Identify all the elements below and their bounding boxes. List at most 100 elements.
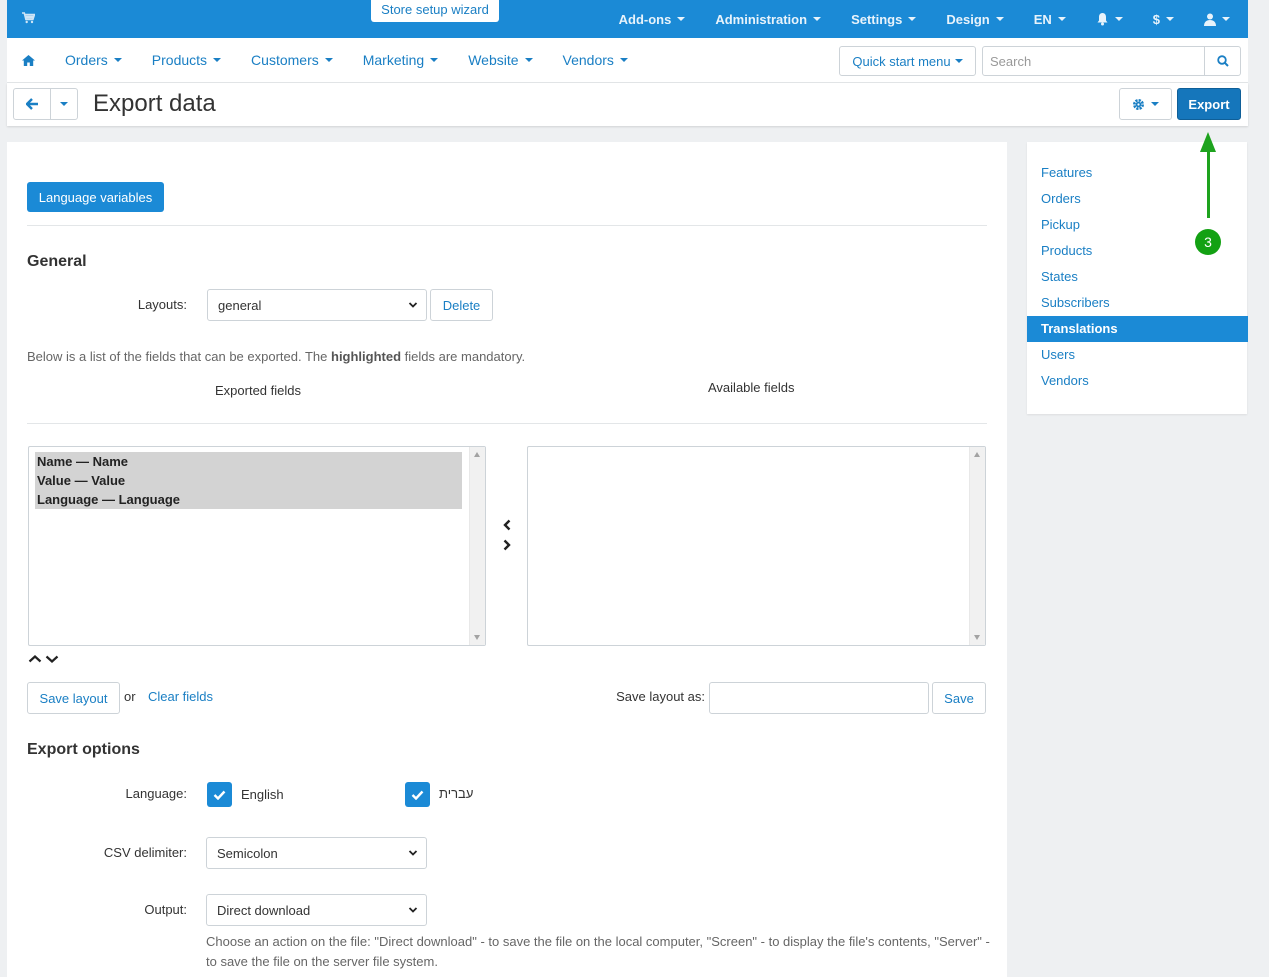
delete-layout-button[interactable]: Delete [430,289,493,321]
back-history-dropdown[interactable] [50,88,78,120]
save-layout-button[interactable]: Save layout [27,682,120,714]
chevron-down-icon [995,17,1004,21]
fields-note-bold: highlighted [331,349,402,364]
divider [27,225,987,226]
nav-products[interactable]: Products [152,52,222,68]
sidebar: Features Orders Pickup Products States S… [1027,142,1248,414]
fields-note-suffix: fields are mandatory. [401,349,526,364]
annotation-step-badge: 3 [1195,229,1221,255]
check-icon [213,790,226,800]
sidebar-item-subscribers[interactable]: Subscribers [1027,290,1248,316]
output-help-text: Choose an action on the file: "Direct do… [206,934,990,969]
chevron-down-icon [619,58,628,62]
sidebar-item-features[interactable]: Features [1027,160,1248,186]
topnav-notifications[interactable] [1096,12,1123,26]
move-up-icon[interactable] [28,652,42,667]
list-item[interactable]: Language — Language [35,490,462,509]
chevron-down-icon [1114,17,1123,21]
chevron-down-icon [1222,17,1230,21]
sidebar-item-vendors[interactable]: Vendors [1027,368,1248,394]
sidebar-item-translations[interactable]: Translations [1027,316,1248,342]
scrollbar[interactable] [969,447,985,645]
annotation-arrow-head [1200,132,1216,152]
move-down-icon[interactable] [45,652,59,667]
scroll-up-arrow[interactable] [974,452,980,457]
topnav-administration[interactable]: Administration [715,12,822,27]
chevron-down-icon [113,58,122,62]
home-icon[interactable] [22,54,35,69]
nav-customers[interactable]: Customers [251,52,333,68]
chevron-down-icon [954,59,963,63]
topnav-settings[interactable]: Settings [851,12,917,27]
csv-delimiter-label: CSV delimiter: [103,845,187,860]
topnav-language[interactable]: EN [1034,12,1066,27]
fields-note: Below is a list of the fields that can b… [27,349,525,364]
save-layout-as-button[interactable]: Save [932,682,986,714]
topnav-addons[interactable]: Add-ons [619,12,686,27]
user-icon [1204,13,1216,26]
output-label: Output: [144,902,187,917]
chevron-down-icon [60,102,68,106]
available-fields-list[interactable] [527,446,986,646]
sidebar-item-users[interactable]: Users [1027,342,1248,368]
search-input[interactable] [983,47,1203,75]
bell-icon [1097,13,1108,26]
cart-icon[interactable] [22,12,36,27]
sidebar-item-states[interactable]: States [1027,264,1248,290]
topnav-user[interactable] [1204,13,1230,26]
exported-fields-heading: Exported fields [215,383,301,398]
exported-fields-list[interactable]: Name — Name Value — Value Language — Lan… [28,446,486,646]
scroll-down-arrow[interactable] [474,635,480,640]
export-options-heading: Export options [27,741,140,758]
scroll-down-arrow[interactable] [974,635,980,640]
csv-delimiter-value: Semicolon [217,845,278,861]
back-button[interactable] [13,88,51,120]
fields-note-prefix: Below is a list of the fields that can b… [27,349,331,364]
language-variables-tab[interactable]: Language variables [27,182,164,212]
gear-icon [1133,98,1144,110]
output-select[interactable]: Direct download [206,894,427,926]
topnav-design[interactable]: Design [946,12,1004,27]
chevron-down-icon [524,58,533,62]
nav-customers-label: Customers [251,52,319,68]
search-icon [1216,55,1229,67]
quick-start-menu-button[interactable]: Quick start menu [839,46,976,76]
search-box [982,46,1241,76]
list-item[interactable]: Name — Name [35,452,462,471]
save-layout-as-label: Save layout as: [616,689,705,704]
search-button[interactable] [1204,47,1240,75]
move-right-icon[interactable] [502,539,512,554]
chevron-down-icon [408,850,418,856]
divider [27,423,987,424]
topnav-language-label: EN [1033,11,1052,27]
clear-fields-link[interactable]: Clear fields [148,689,213,704]
nav-vendors[interactable]: Vendors [563,52,628,68]
csv-delimiter-select[interactable]: Semicolon [206,837,427,869]
nav-marketing[interactable]: Marketing [363,52,439,68]
quick-start-menu-label: Quick start menu [852,53,951,69]
scrollbar[interactable] [469,447,485,645]
nav-orders[interactable]: Orders [65,52,122,68]
layouts-label: Layouts: [137,297,187,312]
scroll-up-arrow[interactable] [474,452,480,457]
chevron-down-icon [430,58,439,62]
nav-vendors-label: Vendors [562,52,614,68]
output-value: Direct download [217,902,311,918]
hebrew-checkbox[interactable] [405,782,430,807]
move-left-icon[interactable] [502,519,512,534]
chevron-down-icon [324,58,333,62]
nav-website[interactable]: Website [468,52,533,68]
chevron-down-icon [908,17,917,21]
export-button[interactable]: Export [1177,88,1241,120]
list-item[interactable]: Value — Value [35,471,462,490]
english-checkbox[interactable] [207,782,232,807]
store-setup-wizard-button[interactable]: Store setup wizard [371,0,499,22]
nav-website-label: Website [468,52,519,68]
layout-name-input[interactable] [709,682,929,714]
sidebar-item-orders[interactable]: Orders [1027,186,1248,212]
topnav-currency[interactable]: $ [1153,12,1174,27]
topnav-addons-label: Add-ons [618,11,672,27]
settings-dropdown-button[interactable] [1119,88,1172,120]
layouts-select[interactable]: general [207,289,427,321]
chevron-down-icon [1151,102,1159,106]
